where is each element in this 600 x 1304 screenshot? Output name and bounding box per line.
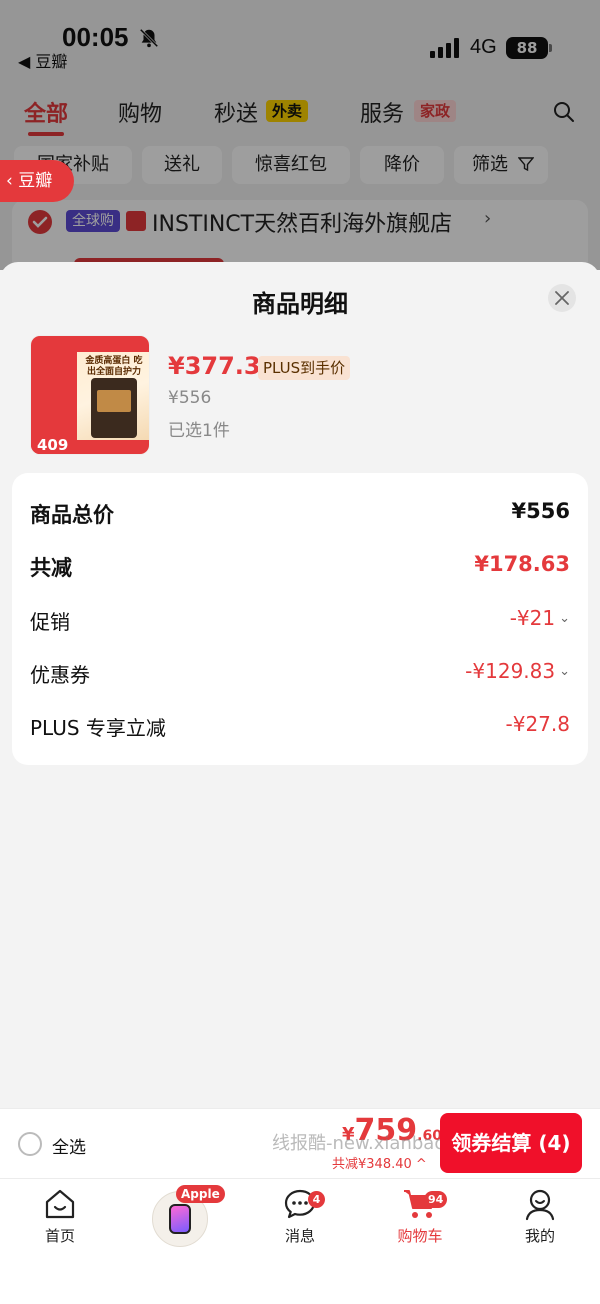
- tab-home[interactable]: 首页: [0, 1187, 120, 1257]
- thumb-headline: 金质高蛋白 吃出全面自护力: [85, 356, 143, 377]
- thumb-price: 409: [35, 436, 71, 454]
- row-total-price: 商品总价 ¥556: [30, 499, 570, 529]
- row-value-wrap: -¥129.83 ⌄: [465, 659, 570, 683]
- thumb-top-bar: [31, 336, 149, 352]
- sheet-title: 商品明细: [252, 290, 348, 318]
- row-value: ¥178.63: [474, 552, 570, 576]
- chevron-down-icon: ⌄: [559, 664, 570, 679]
- total-discount-toggle[interactable]: 共减¥348.40 ^: [332, 1153, 427, 1172]
- row-label: 优惠券: [30, 663, 90, 687]
- tab-label: 消息: [284, 1227, 315, 1245]
- apple-badge: Apple: [176, 1185, 225, 1203]
- product-thumbnail[interactable]: 金质高蛋白 吃出全面自护力 409: [30, 335, 150, 455]
- row-label: 共减: [30, 556, 72, 580]
- thumb-product-label: [97, 390, 131, 412]
- user-icon: [525, 1189, 555, 1221]
- row-coupon[interactable]: 优惠券 -¥129.83 ⌄: [30, 659, 570, 689]
- original-price: ¥556: [168, 388, 212, 408]
- douban-pill-label: 豆瓣: [18, 171, 53, 191]
- close-icon: [555, 291, 569, 305]
- selected-count: 已选1件: [168, 421, 230, 441]
- product-detail-sheet: 商品明细 金质高蛋白 吃出全面自护力 409 ¥377.37 PLUS到手价 ¥…: [0, 262, 600, 1108]
- row-value: ¥556: [511, 499, 570, 523]
- cart-badge: 94: [424, 1191, 448, 1208]
- checkout-bar: 全选 ¥759.60 共减¥348.40 ^ 线报酷-new.xianbao.f…: [0, 1108, 600, 1178]
- chevron-down-icon: ⌄: [559, 611, 570, 626]
- row-promotion[interactable]: 促销 -¥21 ⌄: [30, 606, 570, 636]
- row-label: PLUS 专享立减: [30, 716, 166, 740]
- row-value-wrap: -¥21 ⌄: [510, 606, 570, 630]
- row-label: 商品总价: [30, 503, 114, 527]
- bottom-tab-bar: 首页 Apple 消息 4 购物车 94 我的: [0, 1178, 600, 1304]
- watch-face: [169, 1204, 191, 1234]
- row-label: 促销: [30, 610, 70, 634]
- row-value: -¥21: [509, 606, 556, 630]
- tab-label: 我的: [524, 1227, 555, 1245]
- plus-price-tag: PLUS到手价: [258, 356, 351, 380]
- price-breakdown-card: 商品总价 ¥556 共减 ¥178.63 促销 -¥21 ⌄ 优惠券 -¥129.…: [12, 473, 588, 765]
- select-all-label[interactable]: 全选: [52, 1133, 86, 1158]
- tab-me[interactable]: 我的: [480, 1187, 600, 1257]
- messages-badge: 4: [308, 1191, 325, 1208]
- tab-messages[interactable]: 消息 4: [240, 1187, 360, 1257]
- modal-overlay[interactable]: [0, 0, 600, 270]
- tab-cart[interactable]: 购物车 94: [360, 1187, 480, 1257]
- select-all-checkbox[interactable]: [18, 1132, 42, 1156]
- row-value: -¥129.83: [465, 659, 556, 683]
- home-icon: [45, 1189, 75, 1219]
- douban-back-pill[interactable]: ‹ 豆瓣: [0, 160, 74, 202]
- checkout-button[interactable]: 领券结算 (4): [440, 1113, 582, 1173]
- row-value: -¥27.8: [505, 712, 570, 736]
- tab-label: 购物车: [397, 1227, 443, 1245]
- close-button[interactable]: [548, 284, 576, 312]
- tab-label: 首页: [44, 1227, 75, 1245]
- row-plus-discount: PLUS 专享立减 -¥27.8: [30, 712, 570, 742]
- row-total-discount: 共减 ¥178.63: [30, 552, 570, 582]
